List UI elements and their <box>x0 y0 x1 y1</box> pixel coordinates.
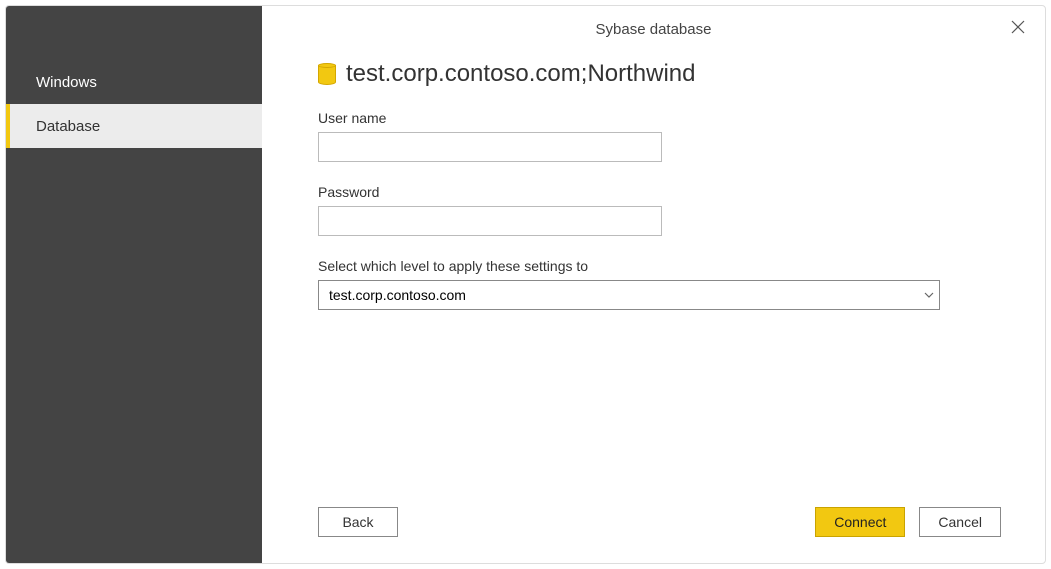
password-label: Password <box>318 184 989 200</box>
dialog-titlebar: Sybase database <box>262 6 1045 52</box>
back-button[interactable]: Back <box>318 507 398 537</box>
close-button[interactable] <box>997 8 1039 50</box>
auth-dialog: Windows Database Sybase database test.co… <box>5 5 1046 564</box>
username-label: User name <box>318 110 989 126</box>
connect-button[interactable]: Connect <box>815 507 905 537</box>
form-area: test.corp.contoso.com;Northwind User nam… <box>262 52 1045 507</box>
auth-method-sidebar: Windows Database <box>6 6 262 563</box>
level-select[interactable]: test.corp.contoso.com <box>318 280 940 310</box>
username-input[interactable] <box>318 132 662 162</box>
sidebar-item-windows[interactable]: Windows <box>6 60 262 104</box>
close-icon <box>1011 20 1025 38</box>
connection-header: test.corp.contoso.com;Northwind <box>318 60 989 88</box>
dialog-footer: Back Connect Cancel <box>262 507 1045 563</box>
database-icon <box>318 63 336 85</box>
sidebar-item-label: Database <box>36 118 100 135</box>
sidebar-item-database[interactable]: Database <box>6 104 262 148</box>
main-panel: Sybase database test.corp.contoso.com;No… <box>262 6 1045 563</box>
level-select-wrap: test.corp.contoso.com <box>318 280 940 310</box>
sidebar-item-label: Windows <box>36 74 97 91</box>
level-label: Select which level to apply these settin… <box>318 258 989 274</box>
level-selected-value: test.corp.contoso.com <box>329 287 466 303</box>
connection-string: test.corp.contoso.com;Northwind <box>346 60 696 88</box>
cancel-button[interactable]: Cancel <box>919 507 1001 537</box>
password-input[interactable] <box>318 206 662 236</box>
dialog-title: Sybase database <box>596 21 712 38</box>
